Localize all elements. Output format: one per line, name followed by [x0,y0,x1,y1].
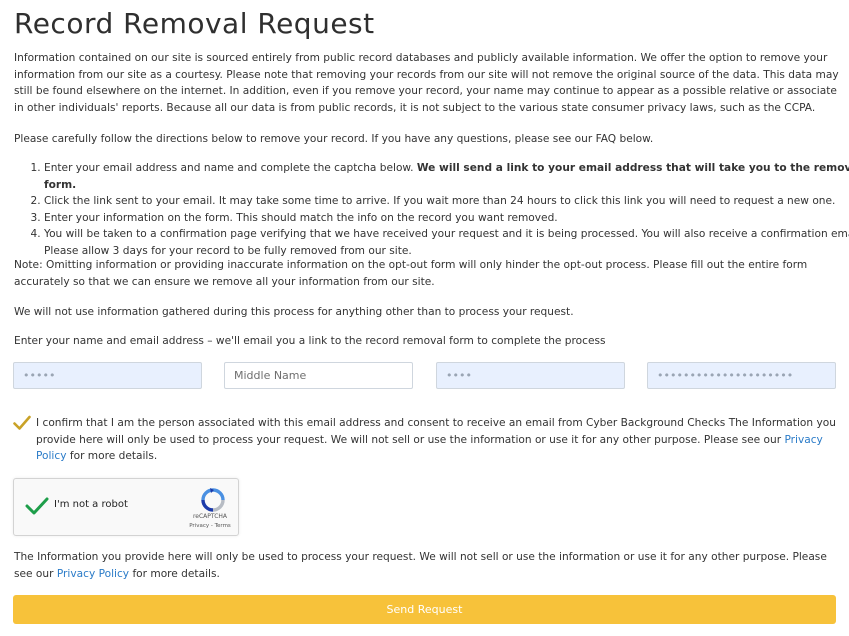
recaptcha-terms[interactable]: Privacy - Terms [184,522,236,530]
check-icon [25,497,49,515]
recaptcha-brand: reCAPTCHA [192,513,228,520]
usage-paragraph: We will not use information gathered dur… [14,306,574,318]
first-name-input[interactable] [13,362,202,389]
consent-text: I confirm that I am the person associate… [36,415,836,465]
consent-checkbox[interactable] [13,415,31,431]
send-request-button[interactable]: Send Request [13,595,836,624]
step-1-text: Enter your email address and name and co… [44,162,414,174]
email-input[interactable] [647,362,836,389]
intro-paragraph: Information contained on our site is sou… [14,52,839,114]
page: Record Removal Request Information conta… [0,0,849,636]
recaptcha-logo-icon [201,488,225,512]
form-prompt: Enter your name and email address – we'l… [14,335,606,347]
step-4: You will be taken to a confirmation page… [44,226,849,259]
consent-body: I confirm that I am the person associate… [36,417,836,446]
step-2: Click the link sent to your email. It ma… [44,193,849,210]
last-name-input[interactable] [436,362,625,389]
consent-suffix: for more details. [69,450,158,462]
middle-name-input[interactable] [224,362,413,389]
recaptcha-widget[interactable]: I'm not a robot reCAPTCHA Privacy - Term… [13,478,239,536]
checkmark-icon [13,415,31,430]
steps-list: Enter your email address and name and co… [14,160,849,259]
step-1: Enter your email address and name and co… [44,160,849,193]
footer-text: The Information you provide here will on… [14,549,839,582]
note-paragraph: Note: Omitting information or providing … [14,259,808,288]
page-title: Record Removal Request [14,7,375,40]
recaptcha-label: I'm not a robot [54,499,128,510]
footer-privacy-policy-link[interactable]: Privacy Policy [57,568,129,580]
step-3: Enter your information on the form. This… [44,210,849,227]
footer-suffix: for more details. [132,567,220,580]
directions-paragraph: Please carefully follow the directions b… [14,133,654,145]
